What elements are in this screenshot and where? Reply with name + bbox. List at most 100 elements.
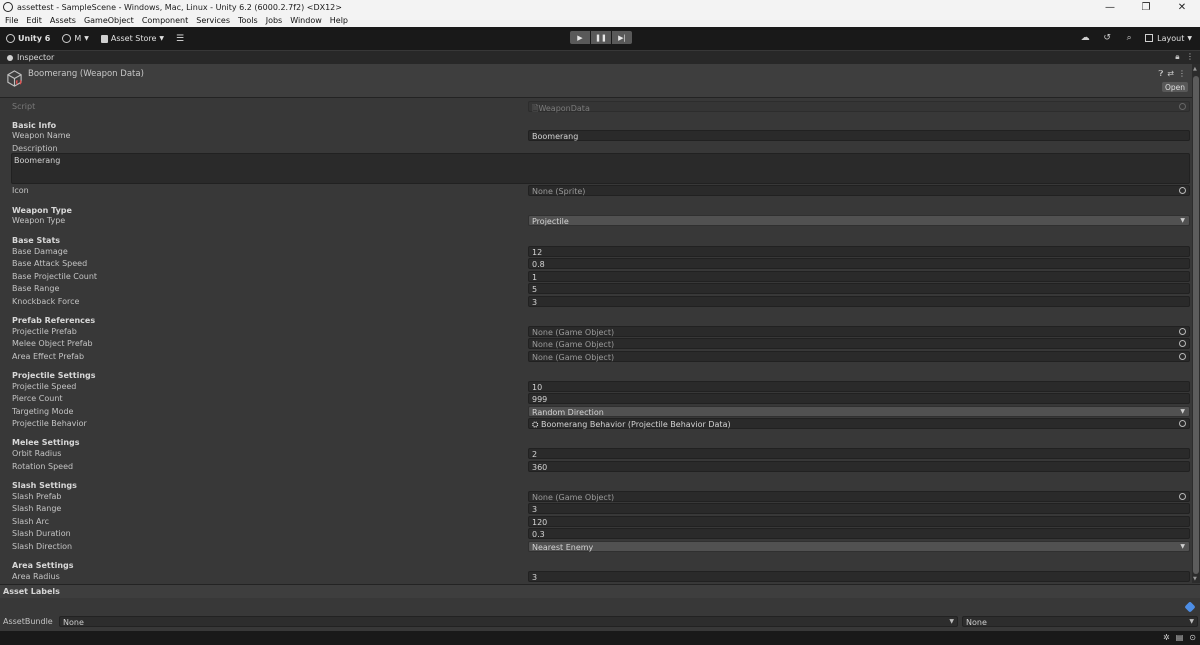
lock-icon[interactable]: 🔒︎: [1175, 52, 1179, 61]
tab-inspector[interactable]: Inspector: [0, 53, 54, 62]
weapon-type-label: Weapon Type: [12, 216, 66, 225]
object-title: Boomerang (Weapon Data): [28, 69, 144, 79]
play-icon[interactable]: ▶: [570, 31, 590, 44]
close-button[interactable]: ✕: [1164, 0, 1200, 14]
weapon-type-dropdown[interactable]: Projectile ▼: [528, 215, 1190, 226]
scroll-thumb[interactable]: [1193, 76, 1199, 574]
play-controls: ▶ ❚❚ ▶|: [570, 31, 633, 44]
settings-icon[interactable]: ⊙: [1189, 633, 1196, 642]
targeting-mode-row: Targeting Mode Random Direction ▼: [0, 406, 1192, 418]
object-picker-icon[interactable]: [1179, 493, 1186, 500]
base-range-input[interactable]: 5: [528, 283, 1190, 294]
maximize-button[interactable]: ❐: [1128, 0, 1164, 14]
icon-label: Icon: [12, 186, 29, 195]
object-picker-icon[interactable]: [1179, 340, 1186, 347]
object-picker-icon[interactable]: [1179, 420, 1186, 427]
chevron-down-icon: ▼: [1180, 408, 1185, 415]
pierce-count-input[interactable]: 999: [528, 393, 1190, 404]
area-effect-prefab-label: Area Effect Prefab: [12, 352, 85, 361]
package-manager-button[interactable]: ☰: [176, 34, 184, 44]
description-textarea[interactable]: Boomerang: [11, 153, 1190, 184]
debug-icon[interactable]: ✲: [1163, 633, 1170, 642]
base-damage-row: Base Damage 12: [0, 246, 1192, 258]
base-projectile-count-value: 1: [532, 273, 538, 282]
area-radius-input[interactable]: 3: [528, 571, 1190, 582]
scroll-down-icon[interactable]: ▼: [1193, 576, 1197, 582]
object-picker-icon[interactable]: [1179, 328, 1186, 335]
unity-account-button[interactable]: Unity 6: [6, 34, 50, 43]
projectile-behavior-field[interactable]: ⛭ Boomerang Behavior (Projectile Behavio…: [528, 418, 1190, 429]
projectile-behavior-text: Boomerang Behavior (Projectile Behavior …: [540, 420, 731, 429]
weapon-name-value: Boomerang: [532, 132, 579, 141]
menu-edit[interactable]: Edit: [26, 16, 42, 25]
section-melee-settings: Melee Settings: [12, 438, 80, 447]
base-projectile-count-input[interactable]: 1: [528, 271, 1190, 282]
label-tag-icon[interactable]: [1184, 601, 1196, 613]
targeting-mode-dropdown[interactable]: Random Direction ▼: [528, 406, 1190, 417]
more-options-icon[interactable]: ⋮: [1178, 69, 1186, 79]
slash-duration-input[interactable]: 0.3: [528, 528, 1190, 539]
melee-object-prefab-value: None (Game Object): [532, 340, 615, 349]
history-icon[interactable]: ↺: [1099, 32, 1115, 44]
projectile-speed-input[interactable]: 10: [528, 381, 1190, 392]
projectile-prefab-value: None (Game Object): [532, 328, 615, 337]
more-options-icon[interactable]: ⋮: [1186, 52, 1194, 61]
tab-options: 🔒︎ ⋮: [1175, 52, 1194, 62]
asset-store-dropdown[interactable]: Asset Store ▼: [100, 34, 164, 43]
cloud-icon[interactable]: ☁: [1077, 32, 1093, 44]
weapon-name-input[interactable]: Boomerang: [528, 130, 1190, 141]
asset-bundle-variant-dropdown[interactable]: None ▼: [962, 616, 1198, 627]
rotation-speed-input[interactable]: 360: [528, 461, 1190, 472]
projectile-prefab-field[interactable]: None (Game Object): [528, 326, 1190, 337]
area-radius-label: Area Radius: [12, 572, 60, 581]
inspector-scrollbar[interactable]: ▲ ▼: [1192, 64, 1200, 583]
menu-gameobject[interactable]: GameObject: [84, 16, 134, 25]
preset-icon[interactable]: ⇄: [1167, 69, 1174, 79]
slash-direction-value: Nearest Enemy: [532, 543, 594, 552]
icon-object-field[interactable]: None (Sprite): [528, 185, 1190, 196]
search-icon[interactable]: ⌕: [1121, 32, 1137, 44]
menu-component[interactable]: Component: [142, 16, 188, 25]
menu-services[interactable]: Services: [196, 16, 230, 25]
scroll-up-icon[interactable]: ▲: [1193, 66, 1197, 72]
menu-jobs[interactable]: Jobs: [266, 16, 283, 25]
help-icon[interactable]: ❓︎: [1158, 69, 1163, 79]
menu-tools[interactable]: Tools: [238, 16, 258, 25]
menu-help[interactable]: Help: [330, 16, 348, 25]
melee-object-prefab-field[interactable]: None (Game Object): [528, 338, 1190, 349]
chevron-down-icon: ▼: [1180, 543, 1185, 550]
projectile-speed-value: 10: [532, 383, 543, 392]
asset-labels-header[interactable]: Asset Labels: [0, 584, 1200, 598]
layers-icon[interactable]: ▤: [1176, 633, 1184, 642]
object-picker-icon[interactable]: [1179, 187, 1186, 194]
step-icon[interactable]: ▶|: [612, 31, 632, 44]
area-effect-prefab-field[interactable]: None (Game Object): [528, 351, 1190, 362]
knockback-force-label: Knockback Force: [12, 297, 80, 306]
script-field: 🗎︎WeaponData: [528, 101, 1190, 113]
orbit-radius-input[interactable]: 2: [528, 448, 1190, 459]
account-dropdown[interactable]: M ▼: [62, 34, 89, 43]
description-value: Boomerang: [14, 156, 61, 165]
base-damage-input[interactable]: 12: [528, 246, 1190, 257]
menu-window[interactable]: Window: [290, 16, 322, 25]
slash-range-label: Slash Range: [12, 504, 62, 513]
asset-bundle-dropdown[interactable]: None ▼: [59, 616, 958, 627]
layout-dropdown[interactable]: Layout ▼: [1145, 34, 1192, 43]
open-button[interactable]: Open: [1162, 82, 1188, 92]
slash-direction-dropdown[interactable]: Nearest Enemy ▼: [528, 541, 1190, 552]
menu-file[interactable]: File: [5, 16, 18, 25]
object-picker-icon[interactable]: [1179, 353, 1186, 360]
knockback-force-input[interactable]: 3: [528, 296, 1190, 307]
rotation-speed-row: Rotation Speed 360: [0, 461, 1192, 473]
slash-arc-input[interactable]: 120: [528, 516, 1190, 527]
main-toolbar: Unity 6 M ▼ Asset Store ▼ ☰ ▶ ❚❚ ▶| ☁ ↺ …: [0, 27, 1200, 50]
base-attack-speed-input[interactable]: 0.8: [528, 258, 1190, 269]
pause-icon[interactable]: ❚❚: [591, 31, 611, 44]
slash-range-input[interactable]: 3: [528, 503, 1190, 514]
weapon-type-value: Projectile: [532, 217, 569, 226]
slash-prefab-field[interactable]: None (Game Object): [528, 491, 1190, 502]
minimize-button[interactable]: —: [1092, 0, 1128, 14]
menu-assets[interactable]: Assets: [50, 16, 76, 25]
layout-icon: [1145, 34, 1154, 42]
area-effect-prefab-row: Area Effect Prefab None (Game Object): [0, 351, 1192, 363]
